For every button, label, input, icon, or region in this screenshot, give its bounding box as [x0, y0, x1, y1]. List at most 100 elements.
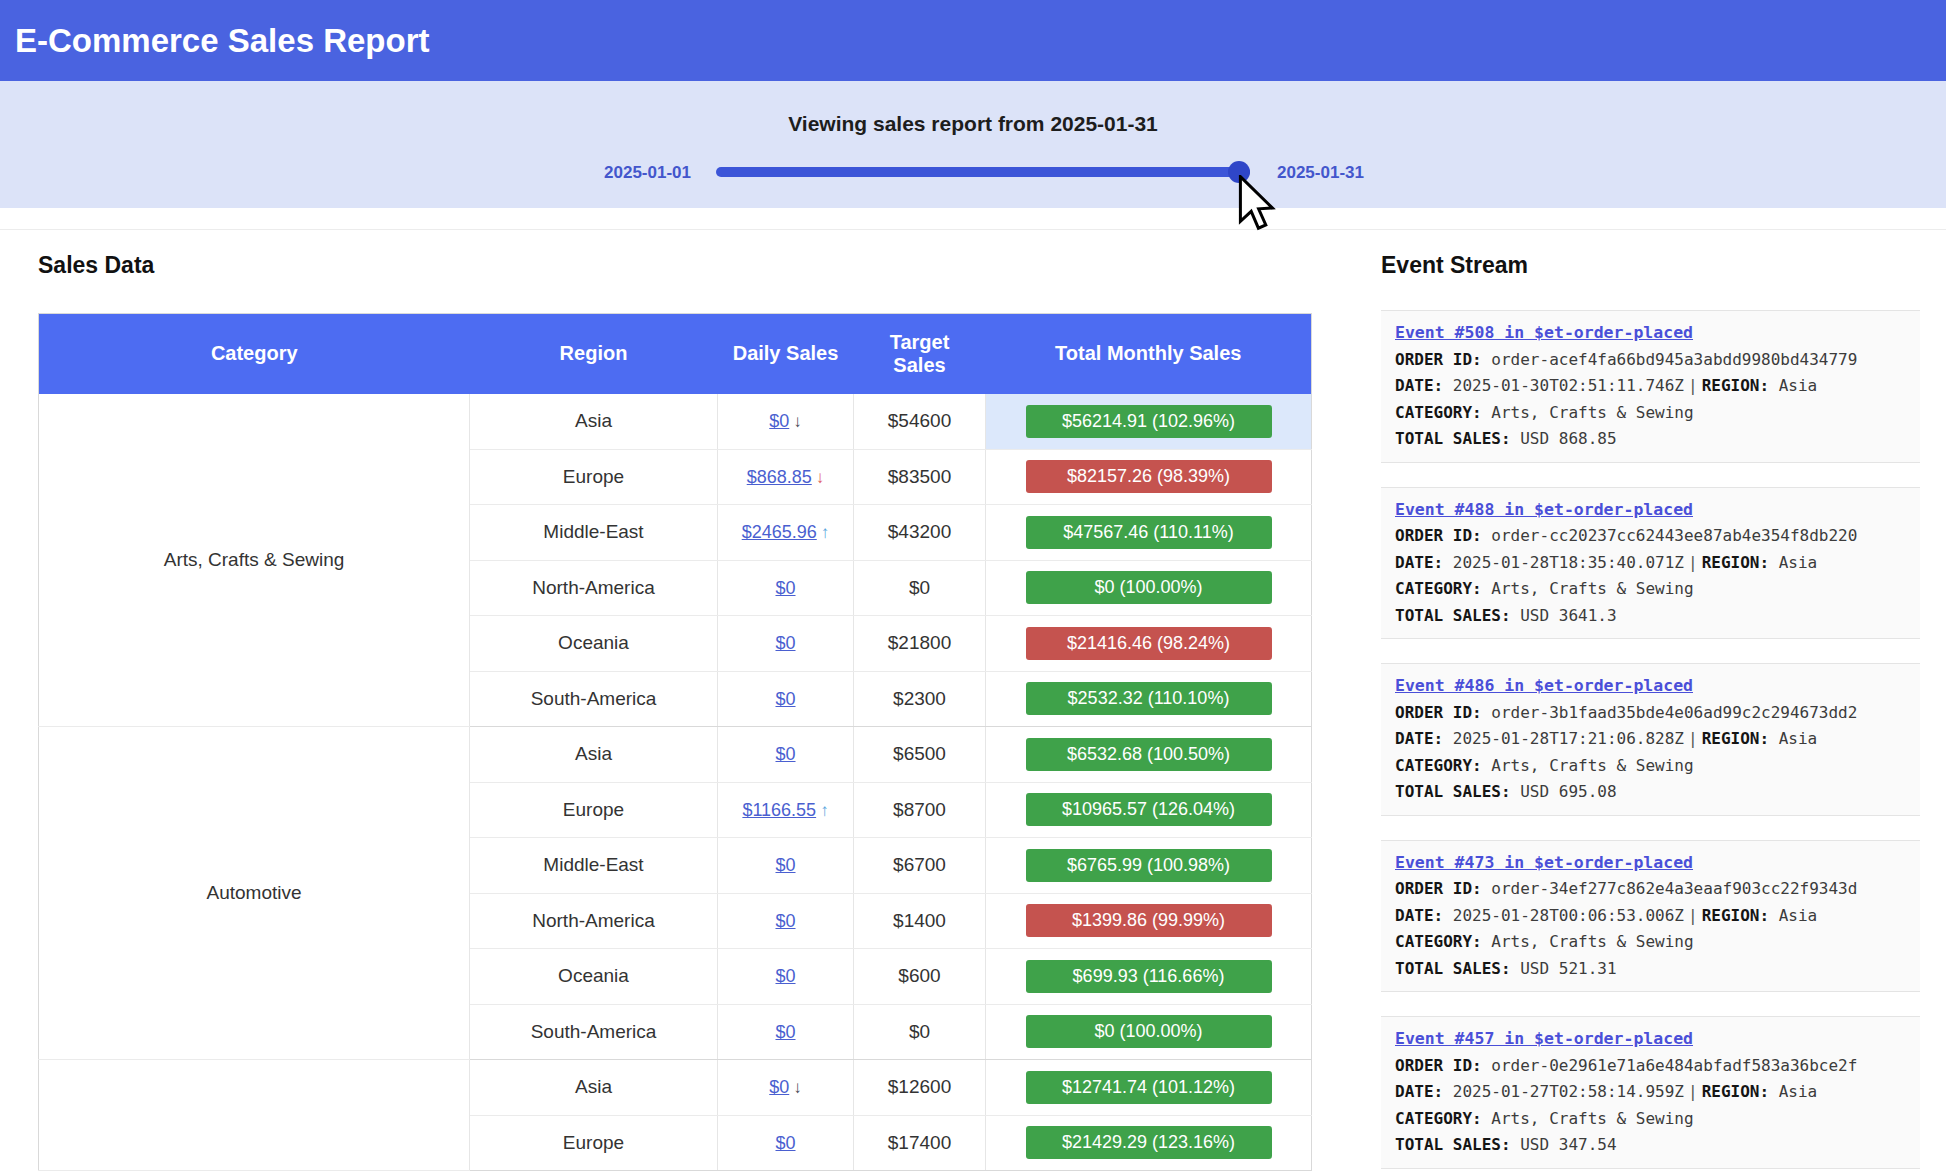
category-cell: Arts, Crafts & Sewing [39, 394, 470, 727]
total-sales-badge: $6532.68 (100.50%) [1026, 738, 1272, 771]
daily-sales-cell: $0 [718, 560, 854, 616]
daily-sales-link[interactable]: $0 [775, 633, 795, 653]
event-detail-line: ORDER ID: order-0e2961e71a6e484abfadf583… [1395, 1053, 1906, 1080]
daily-sales-cell: $868.85↓ [718, 449, 854, 505]
event-detail-line: TOTAL SALES: USD 868.85 [1395, 426, 1906, 453]
event-title-link[interactable]: Event #473 in $et-order-placed [1395, 850, 1906, 877]
target-sales-cell: $0 [854, 560, 986, 616]
target-sales-cell: $1400 [854, 893, 986, 949]
daily-sales-cell: $0 [718, 671, 854, 727]
region-cell: Europe [470, 782, 718, 838]
slider-min-label: 2025-01-01 [566, 163, 691, 183]
daily-sales-cell: $0 [718, 838, 854, 894]
total-monthly-sales-cell: $21429.29 (123.16%) [986, 1115, 1312, 1171]
sales-data-heading: Sales Data [38, 252, 1311, 279]
daily-sales-link[interactable]: $1166.55 [742, 800, 816, 820]
daily-sales-link[interactable]: $0 [775, 966, 795, 986]
region-cell: Asia [470, 394, 718, 450]
daily-sales-link[interactable]: $0 [775, 744, 795, 764]
target-sales-cell: $21800 [854, 616, 986, 672]
daily-sales-link[interactable]: $0 [775, 911, 795, 931]
event-detail-line: DATE: 2025-01-27T02:58:14.959Z|REGION: A… [1395, 1079, 1906, 1106]
trend-down-icon: ↓ [793, 1078, 802, 1097]
date-slider-panel: Viewing sales report from 2025-01-31 202… [0, 81, 1946, 208]
daily-sales-link[interactable]: $2465.96 [742, 522, 817, 542]
event-detail-line: ORDER ID: order-acef4fa66bd945a3abdd9980… [1395, 347, 1906, 374]
event-detail-line: CATEGORY: Arts, Crafts & Sewing [1395, 929, 1906, 956]
total-monthly-sales-cell: $2532.32 (110.10%) [986, 671, 1312, 727]
category-cell [39, 1060, 470, 1171]
table-header-row: Category Region Daily Sales Target Sales… [39, 314, 1312, 394]
col-header-total-monthly-sales: Total Monthly Sales [986, 314, 1312, 394]
target-sales-cell: $0 [854, 1004, 986, 1060]
daily-sales-link[interactable]: $0 [769, 1077, 789, 1097]
daily-sales-link[interactable]: $0 [775, 689, 795, 709]
daily-sales-cell: $2465.96↑ [718, 505, 854, 561]
date-slider-track[interactable] [716, 167, 1250, 177]
region-cell: Asia [470, 727, 718, 783]
mouse-cursor [1238, 175, 1280, 239]
daily-sales-link[interactable]: $0 [775, 1133, 795, 1153]
event-title-link[interactable]: Event #457 in $et-order-placed [1395, 1026, 1906, 1053]
event-detail-line: CATEGORY: Arts, Crafts & Sewing [1395, 753, 1906, 780]
event-detail-line: CATEGORY: Arts, Crafts & Sewing [1395, 1106, 1906, 1133]
event-title-link[interactable]: Event #488 in $et-order-placed [1395, 497, 1906, 524]
total-monthly-sales-cell: $6765.99 (100.98%) [986, 838, 1312, 894]
sales-table: Category Region Daily Sales Target Sales… [38, 313, 1312, 1171]
region-cell: South-America [470, 1004, 718, 1060]
event-title-link[interactable]: Event #486 in $et-order-placed [1395, 673, 1906, 700]
total-sales-badge: $699.93 (116.66%) [1026, 960, 1272, 993]
daily-sales-cell: $0 [718, 616, 854, 672]
event-stream-section: Event Stream Event #508 in $et-order-pla… [1381, 252, 1920, 1169]
slider-title: Viewing sales report from 2025-01-31 [0, 81, 1946, 136]
target-sales-cell: $2300 [854, 671, 986, 727]
event-card: Event #457 in $et-order-placedORDER ID: … [1381, 1016, 1920, 1169]
total-monthly-sales-cell: $21416.46 (98.24%) [986, 616, 1312, 672]
event-detail-line: TOTAL SALES: USD 3641.3 [1395, 603, 1906, 630]
table-row: Arts, Crafts & SewingAsia$0↓$54600$56214… [39, 394, 1312, 450]
total-sales-badge: $6765.99 (100.98%) [1026, 849, 1272, 882]
daily-sales-link[interactable]: $868.85 [747, 467, 812, 487]
region-cell: North-America [470, 893, 718, 949]
daily-sales-cell: $1166.55↑ [718, 782, 854, 838]
target-sales-cell: $12600 [854, 1060, 986, 1116]
daily-sales-cell: $0 [718, 727, 854, 783]
daily-sales-link[interactable]: $0 [775, 578, 795, 598]
target-sales-cell: $6500 [854, 727, 986, 783]
event-title-link[interactable]: Event #508 in $et-order-placed [1395, 320, 1906, 347]
region-cell: Oceania [470, 949, 718, 1005]
total-sales-badge: $1399.86 (99.99%) [1026, 904, 1272, 937]
total-monthly-sales-cell: $0 (100.00%) [986, 560, 1312, 616]
event-detail-line: TOTAL SALES: USD 695.08 [1395, 779, 1906, 806]
event-detail-line: DATE: 2025-01-28T18:35:40.071Z|REGION: A… [1395, 550, 1906, 577]
total-sales-badge: $0 (100.00%) [1026, 1015, 1272, 1048]
target-sales-cell: $54600 [854, 394, 986, 450]
daily-sales-cell: $0↓ [718, 1060, 854, 1116]
target-sales-cell: $600 [854, 949, 986, 1005]
total-monthly-sales-cell: $47567.46 (110.11%) [986, 505, 1312, 561]
target-sales-cell: $83500 [854, 449, 986, 505]
daily-sales-cell: $0 [718, 1115, 854, 1171]
category-cell: Automotive [39, 727, 470, 1060]
event-detail-line: CATEGORY: Arts, Crafts & Sewing [1395, 576, 1906, 603]
total-monthly-sales-cell: $0 (100.00%) [986, 1004, 1312, 1060]
event-detail-line: ORDER ID: order-cc20237cc62443ee87ab4e35… [1395, 523, 1906, 550]
trend-up-icon: ↑ [821, 523, 830, 542]
sales-data-section: Sales Data Category Region Daily Sales T… [38, 252, 1311, 1171]
total-monthly-sales-cell: $1399.86 (99.99%) [986, 893, 1312, 949]
event-detail-line: CATEGORY: Arts, Crafts & Sewing [1395, 400, 1906, 427]
daily-sales-link[interactable]: $0 [769, 411, 789, 431]
event-card: Event #486 in $et-order-placedORDER ID: … [1381, 663, 1920, 816]
region-cell: South-America [470, 671, 718, 727]
daily-sales-cell: $0 [718, 1004, 854, 1060]
daily-sales-cell: $0 [718, 949, 854, 1005]
daily-sales-link[interactable]: $0 [775, 1022, 795, 1042]
daily-sales-cell: $0 [718, 893, 854, 949]
event-list: Event #508 in $et-order-placedORDER ID: … [1381, 310, 1920, 1169]
region-cell: Middle-East [470, 838, 718, 894]
region-cell: North-America [470, 560, 718, 616]
event-detail-line: DATE: 2025-01-30T02:51:11.746Z|REGION: A… [1395, 373, 1906, 400]
total-monthly-sales-cell: $12741.74 (101.12%) [986, 1060, 1312, 1116]
event-detail-line: DATE: 2025-01-28T00:06:53.006Z|REGION: A… [1395, 903, 1906, 930]
daily-sales-link[interactable]: $0 [775, 855, 795, 875]
